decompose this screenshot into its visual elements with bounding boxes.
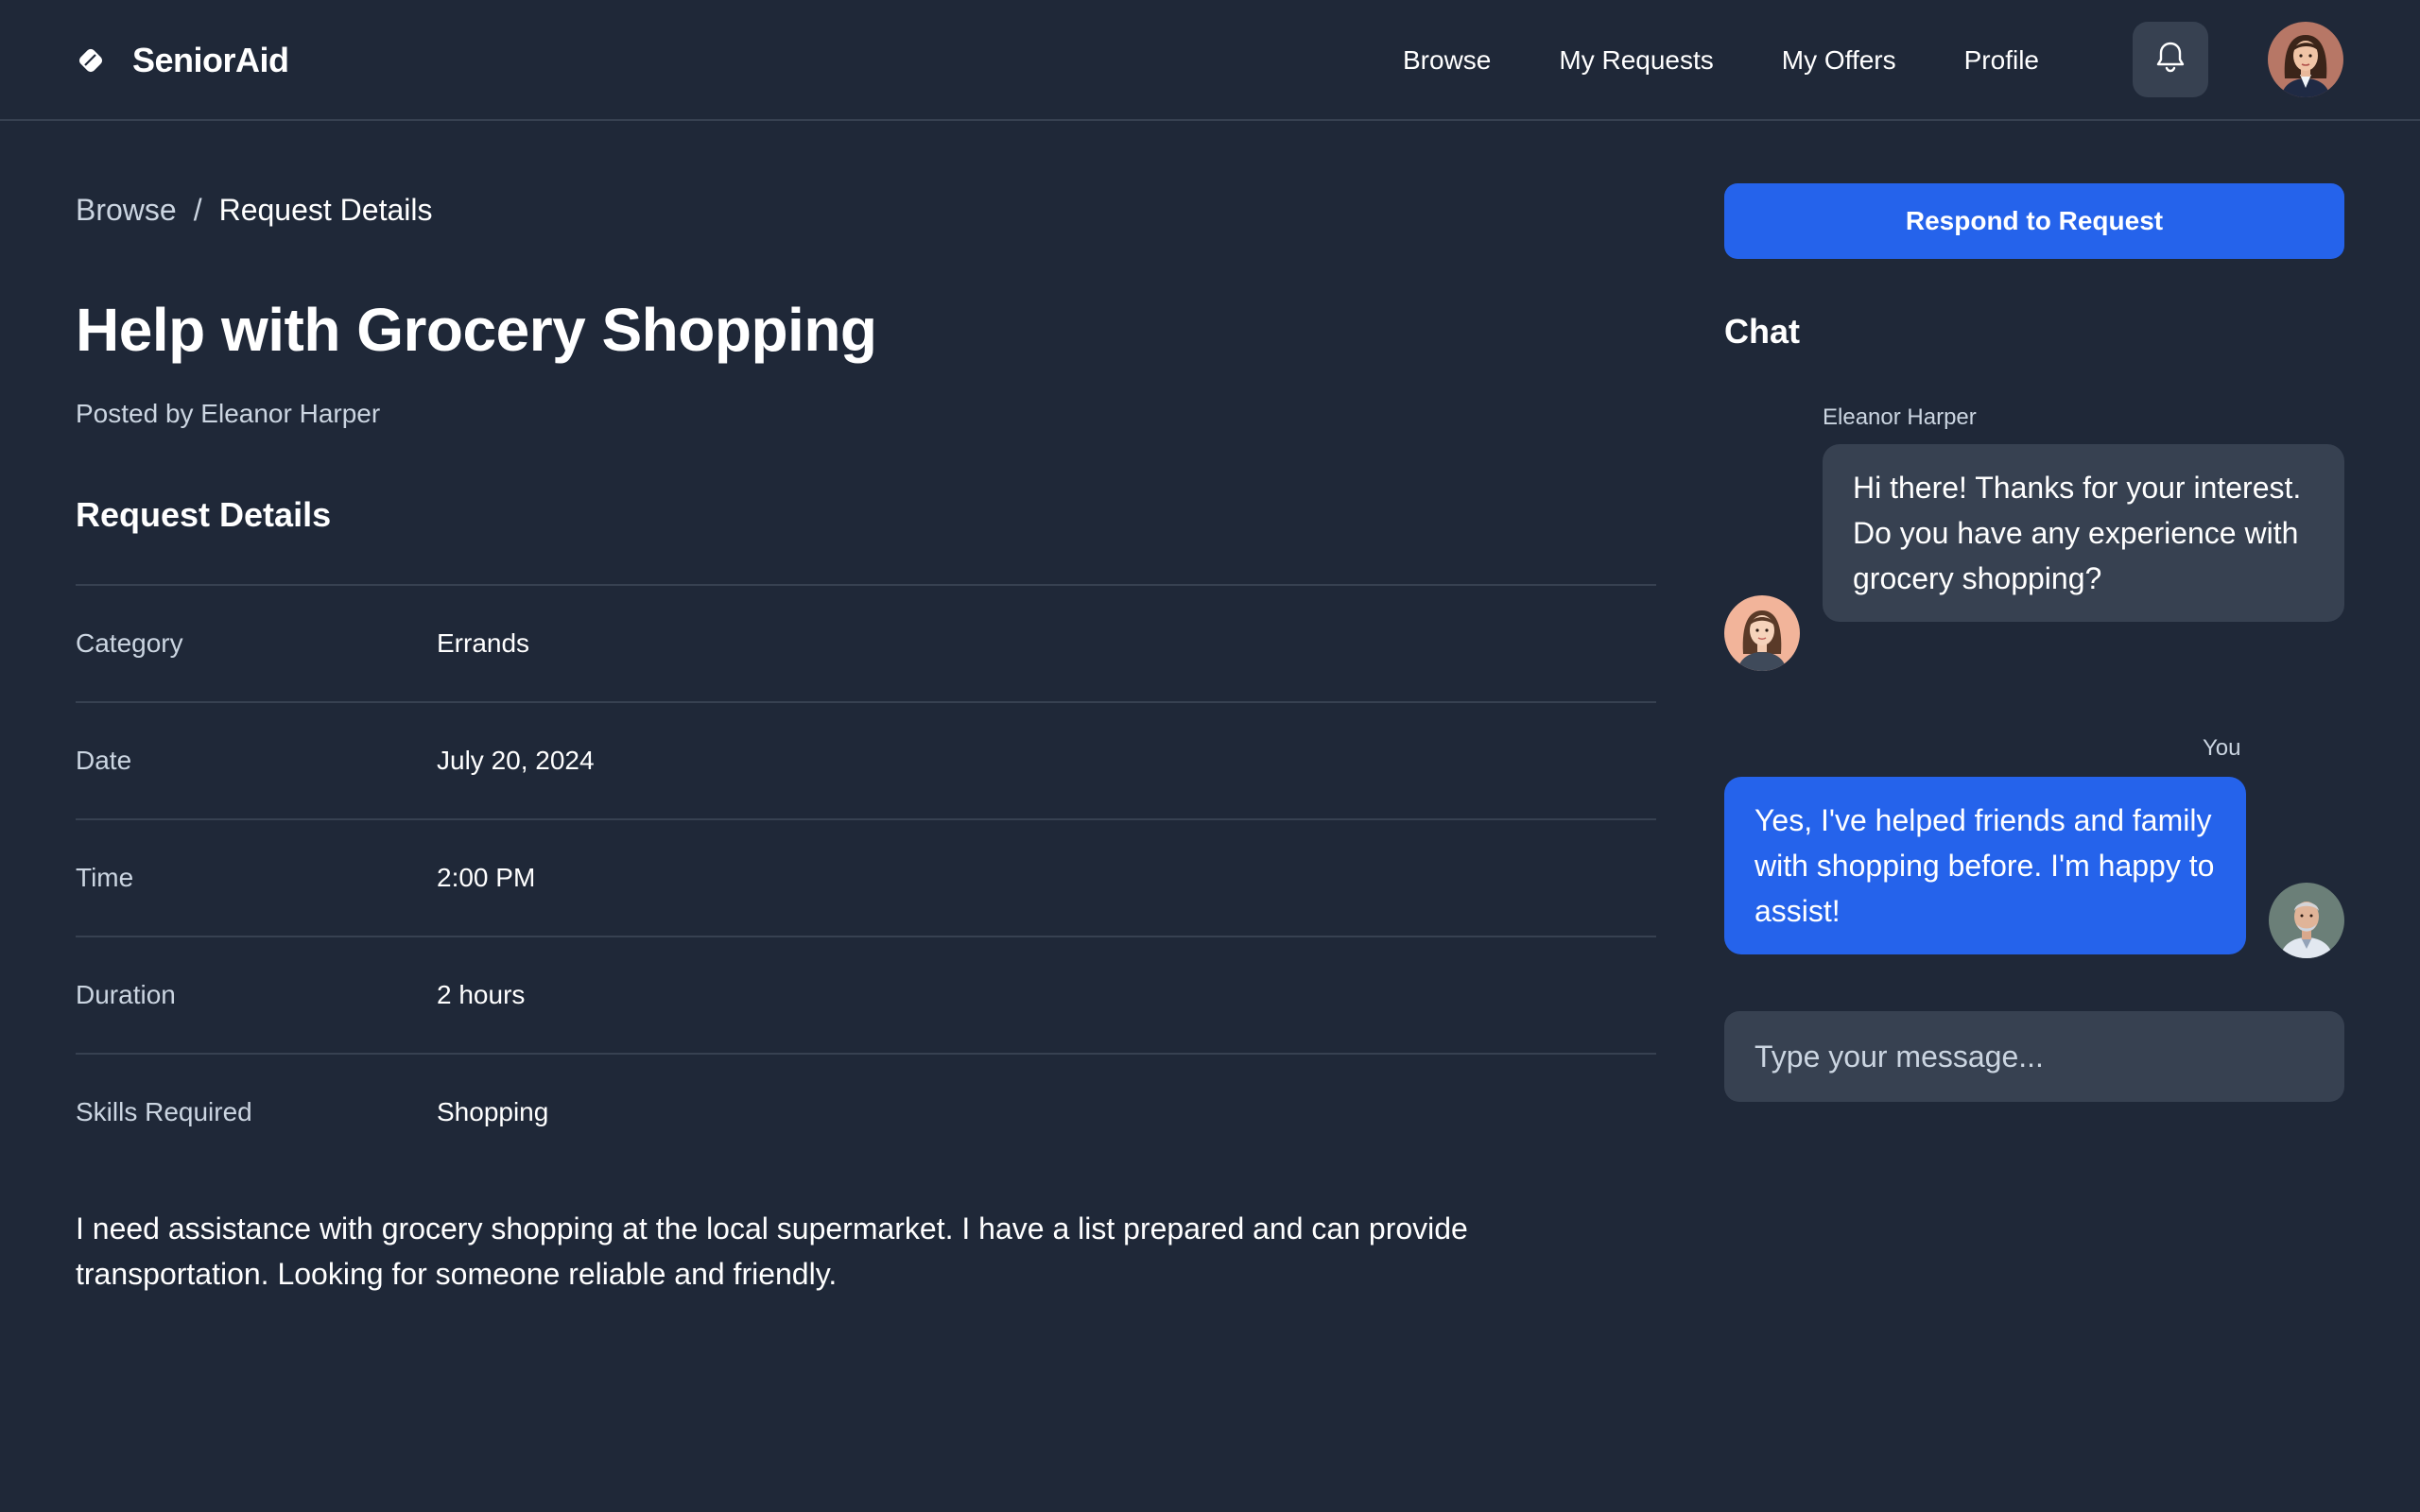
diamond-tag-icon [76,45,106,76]
detail-row-duration: Duration 2 hours [76,936,1656,1053]
user-avatar[interactable] [2268,22,2343,97]
chat-message-received: Hi there! Thanks for your interest. Do y… [1823,444,2344,622]
detail-label: Category [76,628,183,658]
detail-row-date: Date July 20, 2024 [76,701,1656,818]
chat-message-input[interactable] [1724,1011,2344,1102]
detail-label: Skills Required [76,1097,252,1126]
detail-value: 2 hours [437,980,526,1009]
message-sender-name: You [2203,735,2241,761]
detail-label: Date [76,746,132,775]
detail-value: 2:00 PM [437,863,536,892]
breadcrumb-separator: / [193,193,202,227]
breadcrumb: Browse / Request Details [76,193,432,228]
chat-message-sent: Yes, I've helped friends and family with… [1724,777,2246,954]
detail-label: Duration [76,980,176,1009]
request-details-heading: Request Details [76,495,332,534]
detail-row-category: Category Errands [76,584,1656,701]
breadcrumb-browse-link[interactable]: Browse [76,193,177,228]
detail-label: Time [76,863,134,892]
message-sender-name: Eleanor Harper [1823,404,1977,430]
nav-my-requests[interactable]: My Requests [1559,45,1713,76]
nav-my-offers[interactable]: My Offers [1782,45,1896,76]
top-navigation-bar: SeniorAid Browse My Requests My Offers P… [0,0,2420,121]
request-details-table: Category Errands Date July 20, 2024 Time… [76,584,1656,1170]
bell-icon [2154,41,2187,79]
chat-heading: Chat [1724,312,1800,351]
request-description: I need assistance with grocery shopping … [76,1211,1468,1291]
main-nav: Browse My Requests My Offers Profile [1403,36,2039,85]
detail-row-time: Time 2:00 PM [76,818,1656,936]
brand[interactable]: SeniorAid [76,36,289,85]
respond-to-request-button[interactable]: Respond to Request [1724,183,2344,259]
detail-row-skills: Skills Required Shopping [76,1053,1656,1170]
breadcrumb-current: Request Details [218,193,433,227]
you-avatar [2269,883,2344,958]
detail-value: Errands [437,628,530,658]
sender-avatar [1724,595,1800,671]
nav-profile[interactable]: Profile [1964,45,2039,76]
page-title: Help with Grocery Shopping [76,296,877,364]
detail-value: Shopping [437,1097,549,1126]
nav-browse[interactable]: Browse [1403,45,1491,76]
posted-by: Posted by Eleanor Harper [76,399,381,428]
detail-value: July 20, 2024 [437,746,595,775]
notifications-button[interactable] [2133,22,2208,97]
brand-name: SeniorAid [132,41,289,79]
